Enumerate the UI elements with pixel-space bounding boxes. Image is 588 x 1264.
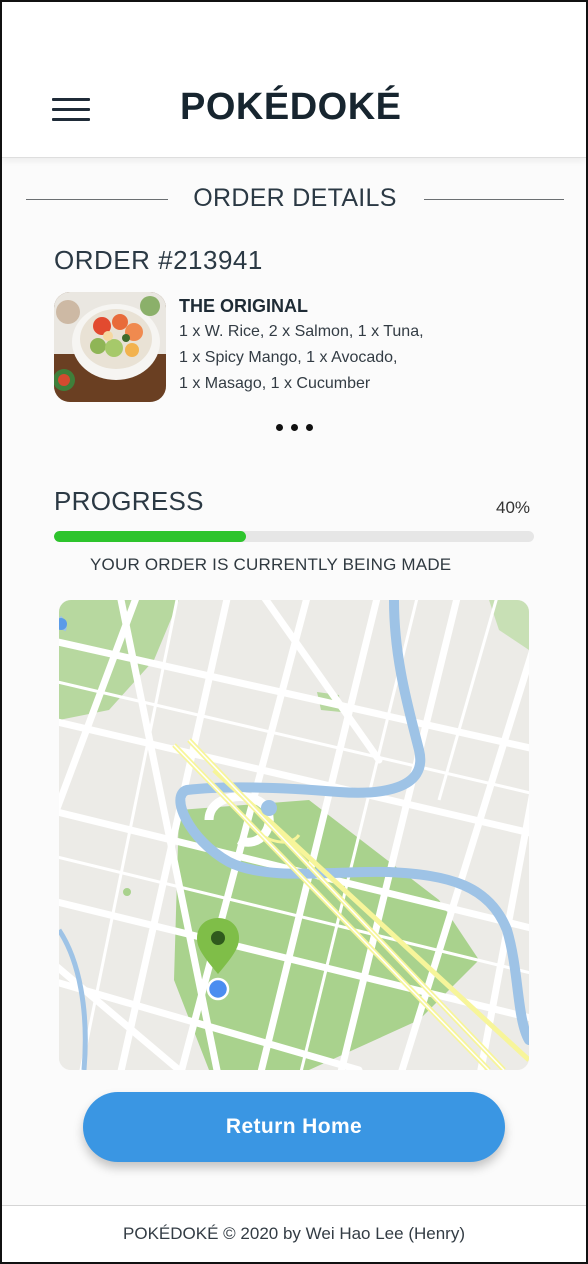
dot bbox=[276, 424, 283, 431]
poke-bowl-photo bbox=[54, 292, 166, 402]
footer-copyright: POKÉDOKÉ © 2020 by Wei Hao Lee (Henry) bbox=[123, 1224, 465, 1243]
delivery-map[interactable] bbox=[59, 600, 529, 1070]
section-title: ORDER DETAILS bbox=[193, 184, 397, 212]
order-details-heading: ORDER DETAILS bbox=[26, 182, 564, 218]
dot bbox=[306, 424, 313, 431]
more-dots-icon[interactable] bbox=[272, 414, 320, 434]
item-description-line: 1 x W. Rice, 2 x Salmon, 1 x Tuna, bbox=[179, 323, 424, 340]
app-frame: POKÉDOKÉ ORDER DETAILS ORDER #213941 THE bbox=[0, 0, 588, 1264]
menu-bar bbox=[52, 108, 90, 111]
brand-logo[interactable]: POKÉDOKÉ bbox=[180, 86, 410, 129]
dot bbox=[291, 424, 298, 431]
menu-bar bbox=[52, 118, 90, 121]
footer: POKÉDOKÉ © 2020 by Wei Hao Lee (Henry) bbox=[2, 1205, 586, 1262]
order-status: YOUR ORDER IS CURRENTLY BEING MADE bbox=[90, 555, 452, 574]
app-header: POKÉDOKÉ bbox=[2, 2, 586, 158]
item-description-line: 1 x Masago, 1 x Cucumber bbox=[179, 375, 371, 392]
progress-percent: 40% bbox=[496, 498, 531, 517]
hamburger-menu-icon[interactable] bbox=[52, 98, 92, 128]
divider-right bbox=[424, 199, 564, 200]
progress-bar-fill bbox=[54, 531, 246, 542]
progress-bar bbox=[54, 531, 534, 542]
item-name: THE ORIGINAL bbox=[179, 296, 308, 316]
item-description-line: 1 x Spicy Mango, 1 x Avocado, bbox=[179, 349, 398, 366]
menu-bar bbox=[52, 98, 90, 101]
progress-label: PROGRESS bbox=[54, 486, 204, 516]
return-home-button[interactable]: Return Home bbox=[83, 1092, 505, 1162]
order-number: ORDER #213941 bbox=[54, 245, 263, 275]
divider-left bbox=[26, 199, 168, 200]
current-location-dot-icon bbox=[206, 977, 230, 1001]
